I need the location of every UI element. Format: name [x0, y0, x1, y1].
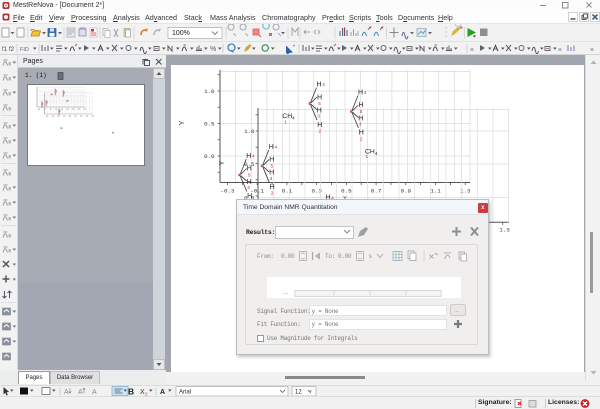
svg-text:»: » [470, 47, 474, 54]
svg-text:Arial: Arial [179, 390, 191, 396]
svg-text:0.9: 0.9 [401, 188, 412, 195]
svg-text:4: 4 [252, 154, 255, 159]
svg-text:5: 5 [360, 109, 363, 114]
svg-text:A: A [64, 389, 69, 396]
svg-text:»: » [590, 47, 594, 54]
svg-text:4: 4 [322, 82, 325, 87]
svg-text:3: 3 [247, 185, 250, 190]
svg-text:...: ... [283, 290, 288, 296]
svg-text:2: 2 [319, 128, 322, 133]
svg-text:0.0: 0.0 [204, 153, 215, 160]
svg-text:A: A [92, 389, 97, 396]
svg-text:A: A [78, 389, 83, 396]
svg-text:1: 1 [366, 154, 369, 159]
svg-text:1.0: 1.0 [204, 88, 215, 95]
svg-text:FID: FID [20, 47, 29, 53]
svg-text:5: 5 [318, 101, 321, 106]
svg-text:Y: Y [219, 160, 226, 165]
svg-text:4: 4 [275, 144, 278, 149]
svg-text:3: 3 [317, 114, 320, 119]
svg-text:100%: 100% [172, 30, 190, 37]
svg-text:3: 3 [359, 122, 362, 127]
svg-text:12: 12 [295, 390, 302, 396]
svg-text:f2: f2 [9, 47, 15, 53]
svg-text:1.1: 1.1 [430, 188, 441, 195]
svg-text:%: % [210, 46, 216, 53]
svg-text:4: 4 [364, 90, 367, 95]
svg-text:2: 2 [271, 191, 274, 196]
svg-text:5: 5 [271, 163, 274, 168]
svg-text:1: 1 [284, 119, 287, 124]
svg-text:-0.1: -0.1 [250, 188, 264, 195]
svg-text:f1: f1 [2, 47, 8, 53]
svg-text:»: » [558, 47, 562, 54]
svg-text:H: H [246, 153, 251, 160]
svg-text:1.3: 1.3 [499, 227, 510, 234]
svg-text:3: 3 [270, 176, 273, 181]
svg-text:0.1: 0.1 [282, 188, 293, 195]
svg-text:Y: Y [179, 120, 186, 125]
svg-text:H: H [269, 144, 274, 151]
svg-text:1.0: 1.0 [244, 128, 255, 135]
svg-text:...: ... [454, 308, 459, 314]
svg-text:A: A [160, 389, 165, 396]
svg-text:H: H [358, 89, 363, 96]
svg-text:5: 5 [248, 173, 251, 178]
svg-text:H: H [316, 82, 321, 89]
svg-text:B: B [128, 387, 134, 397]
svg-text:0.5: 0.5 [204, 121, 215, 128]
svg-text:2: 2 [360, 136, 363, 141]
svg-text:-0.3: -0.3 [221, 188, 235, 195]
svg-text:0.5: 0.5 [341, 188, 352, 195]
svg-text:0.7: 0.7 [371, 188, 382, 195]
